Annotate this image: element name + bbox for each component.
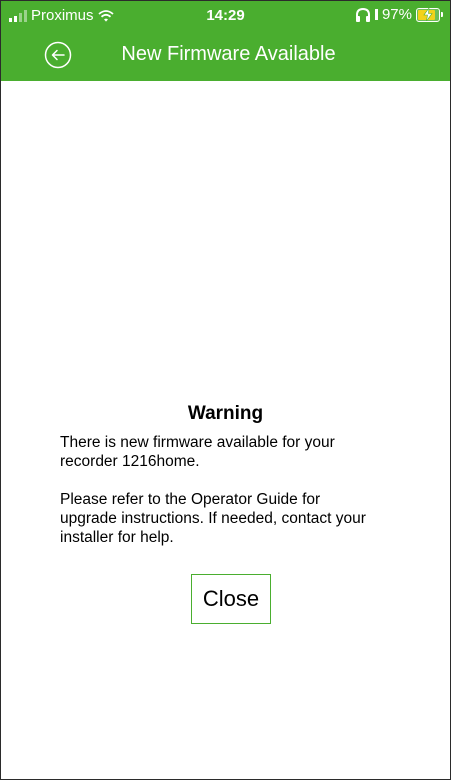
header-bar: Proximus 14:29 97% New Firmware Availabl… [1, 1, 450, 81]
app-screen: Proximus 14:29 97% New Firmware Availabl… [0, 0, 451, 780]
charging-bolt-icon [423, 7, 433, 21]
page-title: New Firmware Available [121, 43, 336, 65]
status-bar: Proximus 14:29 97% [1, 1, 450, 31]
orientation-lock-indicator [374, 9, 378, 20]
instructions-message: Please refer to the Operator Guide for u… [60, 491, 366, 546]
battery-icon [416, 7, 443, 22]
firmware-message: There is new firmware available for your… [60, 434, 335, 470]
warning-heading: Warning [187, 403, 264, 424]
headphones-icon [355, 7, 370, 22]
status-right: 97% [355, 6, 443, 23]
battery-percent: 97% [381, 6, 412, 23]
close-button[interactable]: Close [191, 574, 271, 624]
